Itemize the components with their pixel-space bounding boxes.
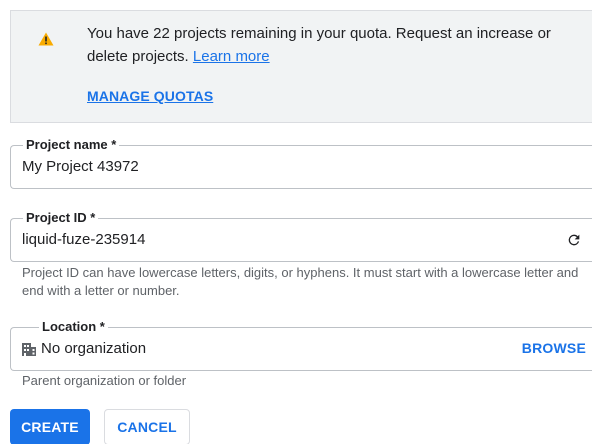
refresh-icon[interactable] <box>566 232 582 248</box>
browse-button[interactable]: BROWSE <box>522 340 586 356</box>
manage-quotas-link[interactable]: MANAGE QUOTAS <box>87 88 213 104</box>
location-value: No organization <box>41 340 147 357</box>
project-name-field[interactable]: Project name * My Project 43972 <box>10 137 592 189</box>
quota-message-text: You have 22 projects remaining in your q… <box>87 25 551 65</box>
create-button[interactable]: CREATE <box>10 409 90 444</box>
warning-icon <box>38 32 54 46</box>
learn-more-link[interactable]: Learn more <box>193 48 270 65</box>
building-icon <box>22 343 36 356</box>
project-id-label: Project ID * <box>23 210 99 226</box>
quota-message: You have 22 projects remaining in your q… <box>87 22 577 68</box>
cancel-button[interactable]: CANCEL <box>104 409 190 444</box>
project-id-helper: Project ID can have lowercase letters, d… <box>22 265 579 298</box>
location-helper: Parent organization or folder <box>22 373 187 388</box>
quota-banner: You have 22 projects remaining in your q… <box>10 10 592 123</box>
project-name-input[interactable]: My Project 43972 <box>22 158 139 176</box>
project-name-label: Project name * <box>23 137 120 153</box>
location-field[interactable]: Location * No organization BROWSE <box>10 319 592 371</box>
project-id-input[interactable]: liquid-fuze-235914 <box>22 231 145 249</box>
project-id-field[interactable]: Project ID * liquid-fuze-235914 <box>10 210 592 262</box>
location-label: Location * <box>39 319 108 335</box>
